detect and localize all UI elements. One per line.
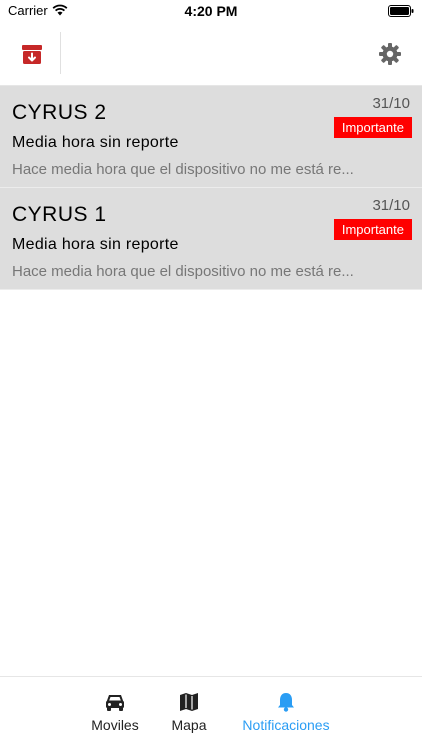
notification-title: CYRUS 2	[12, 101, 107, 124]
bell-icon	[278, 693, 294, 712]
tab-label: Notificaciones	[242, 717, 330, 733]
car-icon	[106, 695, 124, 711]
notification-date: 31/10	[372, 197, 410, 214]
status-time: 4:20 PM	[184, 3, 238, 19]
tab-label: Moviles	[91, 717, 139, 733]
tab-notificaciones[interactable]: Notificaciones	[238, 691, 334, 733]
top-bar	[0, 22, 422, 86]
notification-title: CYRUS 1	[12, 203, 107, 226]
toolbar-divider	[60, 32, 61, 74]
importance-badge: Importante	[333, 219, 412, 240]
notification-message: Hace media hora que el dispositivo no me…	[12, 161, 354, 178]
notification-list: CYRUS 2 31/10 Importante Media hora sin …	[0, 86, 422, 290]
notification-item[interactable]: CYRUS 1 31/10 Importante Media hora sin …	[0, 188, 422, 290]
tab-moviles[interactable]: Moviles	[88, 691, 142, 733]
notification-item[interactable]: CYRUS 2 31/10 Importante Media hora sin …	[0, 86, 422, 188]
notification-subtitle: Media hora sin reporte	[12, 134, 179, 151]
notification-message: Hace media hora que el dispositivo no me…	[12, 263, 354, 280]
tab-bar: Moviles Mapa Notificaciones	[0, 676, 422, 751]
notification-date: 31/10	[372, 95, 410, 112]
tab-mapa[interactable]: Mapa	[166, 691, 212, 733]
status-bar: Carrier 4:20 PM	[0, 0, 422, 22]
battery-icon	[388, 5, 414, 17]
tab-label: Mapa	[171, 717, 207, 733]
map-icon	[180, 693, 198, 711]
archive-icon[interactable]	[18, 40, 46, 68]
importance-badge: Importante	[333, 117, 412, 138]
notification-subtitle: Media hora sin reporte	[12, 236, 179, 253]
gear-icon[interactable]	[376, 40, 404, 68]
